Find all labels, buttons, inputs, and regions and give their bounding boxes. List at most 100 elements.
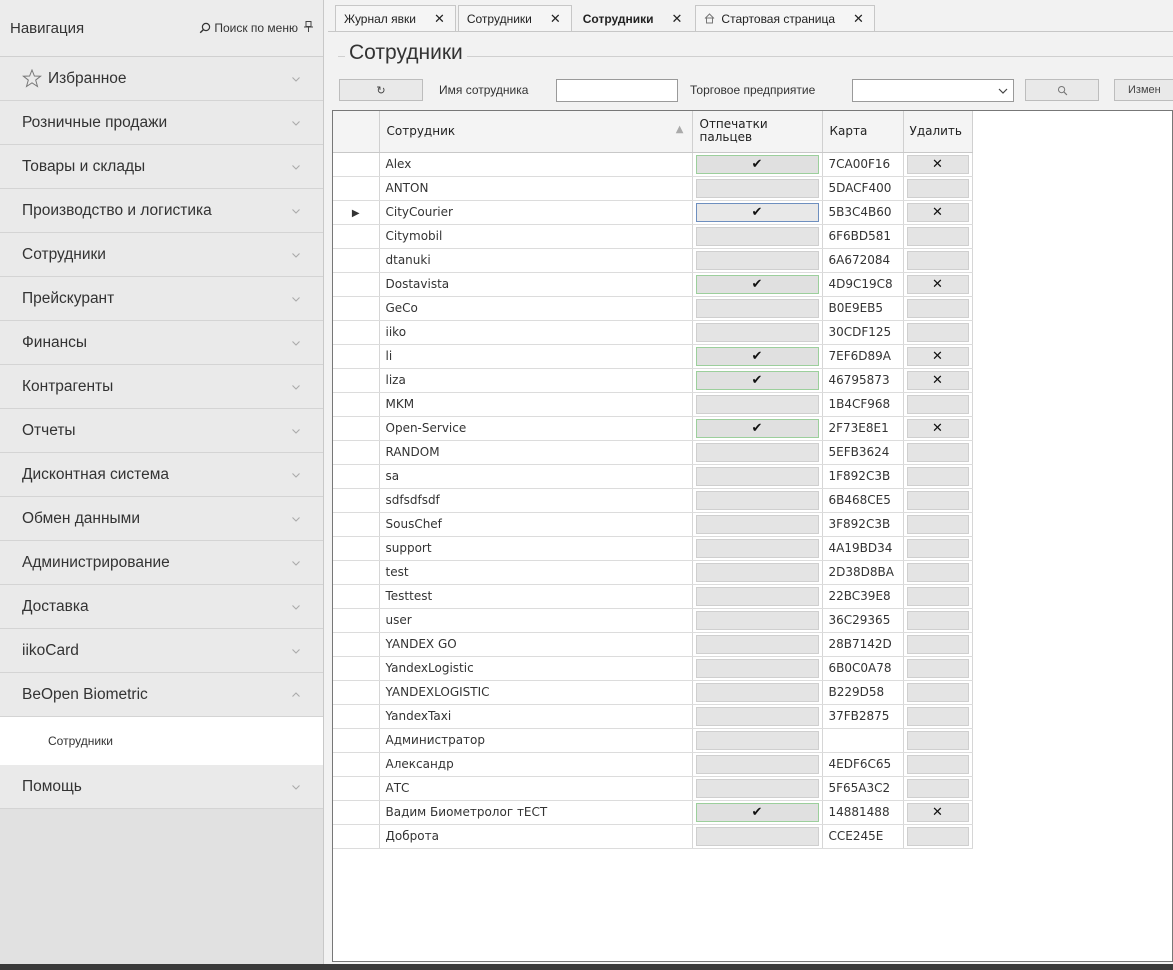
row-indicator[interactable] xyxy=(333,512,380,537)
card-cell[interactable]: 4D9C19C8 xyxy=(822,272,904,297)
delete-cell[interactable] xyxy=(903,824,973,849)
delete-cell[interactable] xyxy=(903,656,973,681)
employee-name-cell[interactable]: liza xyxy=(379,368,693,393)
sidebar-item[interactable]: Обмен данными xyxy=(0,497,323,541)
search-button[interactable] xyxy=(1025,79,1099,101)
table-row[interactable]: test 2D38D8BA xyxy=(333,560,973,585)
table-row[interactable]: YANDEX GO 28B7142D xyxy=(333,632,973,657)
row-indicator[interactable] xyxy=(333,536,380,561)
row-indicator[interactable] xyxy=(333,824,380,849)
close-tab-icon[interactable]: ✕ xyxy=(434,11,445,27)
card-cell[interactable]: 5DACF400 xyxy=(822,176,904,201)
table-row[interactable]: Alex ✔ 7CA00F16 ✕ xyxy=(333,152,973,177)
delete-cell[interactable] xyxy=(903,512,973,537)
card-cell[interactable]: 1B4CF968 xyxy=(822,392,904,417)
delete-button[interactable] xyxy=(906,394,969,414)
employee-name-cell[interactable]: Администратор xyxy=(379,728,693,753)
fingerprint-checkbox[interactable] xyxy=(695,682,819,702)
fingerprints-cell[interactable] xyxy=(692,488,823,513)
employee-name-cell[interactable]: iiko xyxy=(379,320,693,345)
delete-cell[interactable] xyxy=(903,776,973,801)
row-indicator[interactable] xyxy=(333,464,380,489)
sidebar-item[interactable]: BeOpen Biometric xyxy=(0,673,323,717)
tab[interactable]: Сотрудники ✕ xyxy=(457,5,572,31)
fingerprint-checkbox[interactable] xyxy=(695,658,819,678)
fingerprints-cell[interactable] xyxy=(692,824,823,849)
card-cell[interactable]: 6A672084 xyxy=(822,248,904,273)
table-row[interactable]: АТС 5F65A3C2 xyxy=(333,776,973,801)
sidebar-item[interactable]: Доставка xyxy=(0,585,323,629)
row-indicator[interactable] xyxy=(333,704,380,729)
delete-cell[interactable] xyxy=(903,728,973,753)
table-row[interactable]: ▶ CityCourier ✔ 5B3C4B60 ✕ xyxy=(333,200,973,225)
row-indicator[interactable] xyxy=(333,176,380,201)
fingerprints-cell[interactable] xyxy=(692,224,823,249)
card-cell[interactable]: B229D58 xyxy=(822,680,904,705)
delete-cell[interactable] xyxy=(903,680,973,705)
delete-cell[interactable]: ✕ xyxy=(903,200,973,225)
row-indicator[interactable] xyxy=(333,776,380,801)
delete-cell[interactable] xyxy=(903,464,973,489)
table-row[interactable]: sdfsdfsdf 6B468CE5 xyxy=(333,488,973,513)
sidebar-item[interactable]: Финансы xyxy=(0,321,323,365)
delete-cell[interactable] xyxy=(903,320,973,345)
delete-cell[interactable] xyxy=(903,224,973,249)
fingerprints-cell[interactable] xyxy=(692,632,823,657)
delete-button[interactable]: ✕ xyxy=(906,274,969,294)
delete-cell[interactable]: ✕ xyxy=(903,152,973,177)
sidebar-item[interactable]: Отчеты xyxy=(0,409,323,453)
fingerprints-cell[interactable] xyxy=(692,440,823,465)
row-indicator[interactable] xyxy=(333,248,380,273)
row-indicator[interactable] xyxy=(333,440,380,465)
table-row[interactable]: iiko 30CDF125 xyxy=(333,320,973,345)
fingerprints-cell[interactable] xyxy=(692,296,823,321)
delete-cell[interactable] xyxy=(903,536,973,561)
fingerprint-checkbox[interactable]: ✔ xyxy=(695,418,819,438)
tab[interactable]: Журнал явки ✕ xyxy=(335,5,456,31)
delete-button[interactable] xyxy=(906,634,969,654)
employee-name-cell[interactable]: test xyxy=(379,560,693,585)
fingerprint-checkbox[interactable]: ✔ xyxy=(695,346,819,366)
table-row[interactable]: SousChef 3F892C3B xyxy=(333,512,973,537)
delete-button[interactable] xyxy=(906,226,969,246)
menu-search-button[interactable]: Поиск по меню xyxy=(199,21,298,35)
delete-button[interactable]: ✕ xyxy=(906,802,969,822)
row-indicator[interactable] xyxy=(333,560,380,585)
employee-name-cell[interactable]: sdfsdfsdf xyxy=(379,488,693,513)
delete-button[interactable] xyxy=(906,658,969,678)
card-cell[interactable]: 7CA00F16 xyxy=(822,152,904,177)
delete-cell[interactable] xyxy=(903,584,973,609)
sidebar-item[interactable]: Прейскурант xyxy=(0,277,323,321)
delete-button[interactable]: ✕ xyxy=(906,154,969,174)
sidebar-item[interactable]: Товары и склады xyxy=(0,145,323,189)
table-row[interactable]: ANTON 5DACF400 xyxy=(333,176,973,201)
table-row[interactable]: YandexLogistic 6B0C0A78 xyxy=(333,656,973,681)
row-indicator[interactable] xyxy=(333,416,380,441)
row-indicator[interactable] xyxy=(333,632,380,657)
sidebar-item-help[interactable]: Помощь xyxy=(0,765,323,809)
fingerprint-checkbox[interactable] xyxy=(695,730,819,750)
employee-name-cell[interactable]: SousChef xyxy=(379,512,693,537)
delete-cell[interactable] xyxy=(903,704,973,729)
employee-name-cell[interactable]: li xyxy=(379,344,693,369)
tab[interactable]: Стартовая страница ✕ xyxy=(695,5,875,31)
delete-cell[interactable] xyxy=(903,632,973,657)
fingerprints-cell[interactable] xyxy=(692,536,823,561)
row-indicator[interactable] xyxy=(333,368,380,393)
fingerprint-checkbox[interactable]: ✔ xyxy=(695,202,819,222)
pin-icon[interactable] xyxy=(304,21,313,35)
employee-name-cell[interactable]: Вадим Биометролог тЕСТ xyxy=(379,800,693,825)
fingerprint-checkbox[interactable] xyxy=(695,538,819,558)
fingerprints-cell[interactable] xyxy=(692,752,823,777)
delete-button[interactable] xyxy=(906,562,969,582)
card-cell[interactable]: 3F892C3B xyxy=(822,512,904,537)
fingerprint-checkbox[interactable] xyxy=(695,178,819,198)
table-row[interactable]: GeCo B0E9EB5 xyxy=(333,296,973,321)
employee-name-cell[interactable]: RANDOM xyxy=(379,440,693,465)
card-cell[interactable]: 2D38D8BA xyxy=(822,560,904,585)
close-tab-icon[interactable]: ✕ xyxy=(672,11,683,27)
fingerprints-cell[interactable] xyxy=(692,560,823,585)
fingerprint-checkbox[interactable]: ✔ xyxy=(695,154,819,174)
card-cell[interactable]: CCE245E xyxy=(822,824,904,849)
fingerprints-cell[interactable] xyxy=(692,464,823,489)
